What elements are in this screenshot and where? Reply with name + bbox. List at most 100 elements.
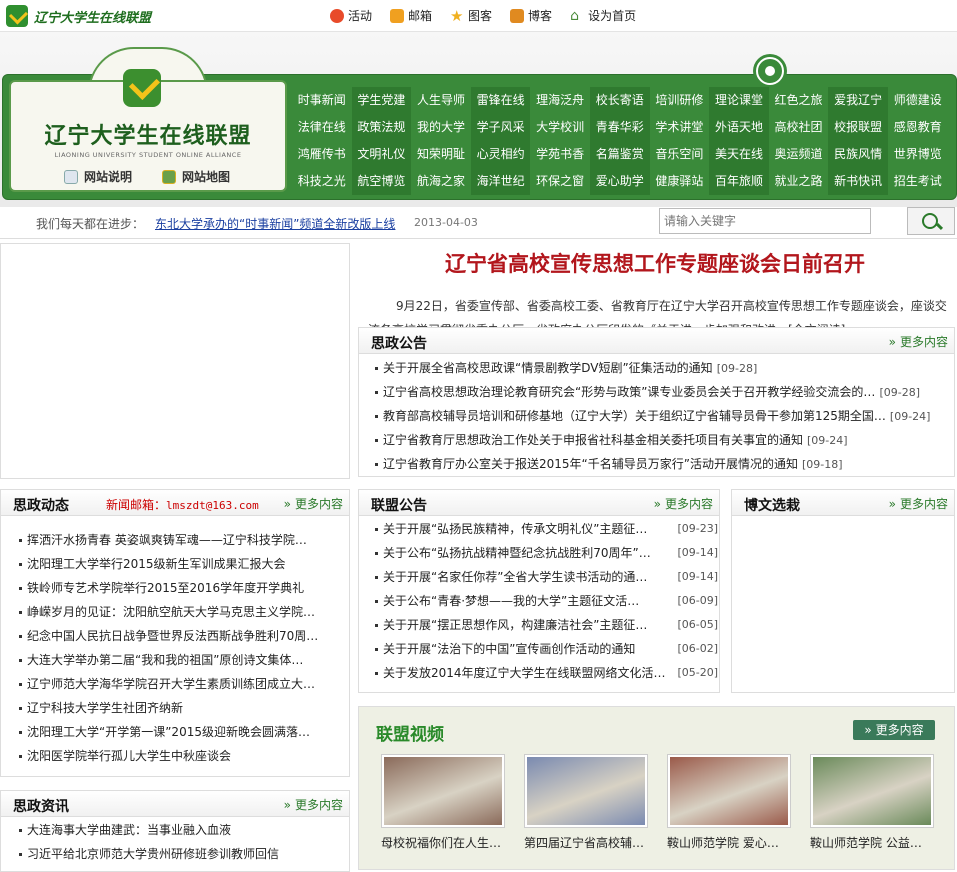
video-thumbnail[interactable] [667, 754, 791, 828]
video-thumbnail[interactable] [381, 754, 505, 828]
headline-title[interactable]: 辽宁省高校宣传思想工作专题座谈会日前召开 [360, 248, 950, 278]
channel-nav-item[interactable]: 新书快讯 [828, 168, 888, 195]
list-item[interactable]: 纪念中国人民抗日战争暨世界反法西斯战争胜利70周… [17, 624, 329, 648]
channel-nav-item[interactable]: 理海泛舟 [530, 87, 590, 114]
top-nav-mail[interactable]: 邮箱 [390, 7, 432, 24]
channel-nav-item[interactable]: 人生导师 [411, 87, 471, 114]
more-link[interactable]: 更多内容 [654, 495, 713, 512]
ticker-link[interactable]: 东北大学承办的“时事新闻”频道全新改版上线 [155, 215, 395, 232]
channel-nav-item[interactable]: 学术讲堂 [650, 114, 710, 141]
list-item[interactable]: 关于开展“弘扬民族精神，传承文明礼仪”主题征… [09-23] [373, 517, 718, 541]
channel-nav-item[interactable]: 爱我辽宁 [828, 87, 888, 114]
more-link[interactable]: 更多内容 [889, 333, 948, 350]
list-item[interactable]: 辽宁师范大学海华学院召开大学生素质训练团成立大… [17, 672, 329, 696]
channel-nav-item[interactable]: 校报联盟 [828, 114, 888, 141]
list-item[interactable]: 沈阳理工大学举行2015级新生军训成果汇报大会 [17, 552, 329, 576]
channel-nav-item[interactable]: 我的大学 [411, 114, 471, 141]
channel-nav-item[interactable]: 知荣明耻 [411, 141, 471, 168]
channel-nav-item[interactable]: 青春华彩 [589, 114, 650, 141]
channel-nav-item[interactable]: 音乐空间 [650, 141, 710, 168]
channel-nav-item[interactable]: 培训研修 [650, 87, 710, 114]
channel-nav-item[interactable]: 心灵相约 [470, 141, 531, 168]
video-caption[interactable]: 第四届辽宁省高校辅… [524, 834, 648, 851]
video-thumbnail[interactable] [810, 754, 934, 828]
channel-nav-item[interactable]: 理论课堂 [709, 87, 769, 114]
list-item[interactable]: 关于开展“名家任你荐”全省大学生读书活动的通… [09-14] [373, 565, 718, 589]
top-nav-set-home[interactable]: ⌂ 设为首页 [570, 7, 636, 24]
channel-nav-item[interactable]: 鸿雁传书 [292, 141, 352, 168]
channel-nav-item[interactable]: 文明礼仪 [351, 141, 412, 168]
channel-nav-item[interactable]: 感恩教育 [888, 114, 948, 141]
video-caption[interactable]: 鞍山师范学院 爱心… [667, 834, 791, 851]
top-nav-blog[interactable]: 博客 [510, 7, 552, 24]
map-icon [162, 169, 177, 184]
top-nav-tuke[interactable]: ★ 图客 [450, 7, 492, 24]
video-more-button[interactable]: » 更多内容 [853, 720, 935, 740]
channel-nav-item[interactable]: 红色之旅 [769, 87, 829, 114]
list-item[interactable]: 关于公布“弘扬抗战精神暨纪念抗战胜利70周年”… [09-14] [373, 541, 718, 565]
site-about-link[interactable]: 网站说明 [64, 168, 132, 185]
channel-nav-item[interactable]: 学苑书香 [530, 141, 590, 168]
video-caption[interactable]: 鞍山师范学院 公益… [810, 834, 934, 851]
list-item[interactable]: 习近平给北京师范大学贵州研修班参训教师回信 [17, 842, 337, 866]
list-item[interactable]: 关于发放2014年度辽宁大学生在线联盟网络文化活… [05-20] [373, 661, 718, 685]
sizheng-zixun-panel: 思政资讯 更多内容 大连海事大学曲建武：当事业融入血液习近平给北京师范大学贵州研… [0, 790, 350, 872]
channel-nav-item[interactable]: 健康驿站 [650, 168, 710, 195]
video-caption[interactable]: 母校祝福你们在人生… [381, 834, 505, 851]
search-button[interactable] [907, 207, 955, 235]
video-thumbnail[interactable] [524, 754, 648, 828]
channel-nav-item[interactable]: 校长寄语 [589, 87, 650, 114]
channel-nav-item[interactable]: 科技之光 [292, 168, 352, 195]
list-item[interactable]: 关于开展全省高校思政课“情景剧教学DV短剧”征集活动的通知 [09-28] [373, 356, 953, 380]
channel-nav-item[interactable]: 航海之家 [411, 168, 471, 195]
channel-nav-item[interactable]: 环保之窗 [530, 168, 590, 195]
channel-nav-item[interactable]: 大学校训 [530, 114, 590, 141]
channel-nav-item[interactable]: 招生考试 [888, 168, 948, 195]
channel-nav-item[interactable]: 就业之路 [769, 168, 829, 195]
top-nav-activity[interactable]: 活动 [330, 7, 372, 24]
list-item[interactable]: 大连海事大学曲建武：当事业融入血液 [17, 818, 337, 842]
channel-nav-item[interactable]: 名篇鉴赏 [589, 141, 650, 168]
list-item[interactable]: 关于公布“青春·梦想——我的大学”主题征文活… [06-09] [373, 589, 718, 613]
channel-nav-item[interactable]: 学生党建 [351, 87, 412, 114]
channel-nav-item[interactable]: 法律在线 [292, 114, 352, 141]
list-item[interactable]: 辽宁省教育厅办公室关于报送2015年“千名辅导员万家行”活动开展情况的通知 [09… [373, 452, 953, 476]
site-logo-icon[interactable] [123, 69, 161, 107]
channel-nav-item[interactable]: 雷锋在线 [470, 87, 531, 114]
channel-nav-item[interactable]: 时事新闻 [292, 87, 352, 114]
channel-nav-item[interactable]: 世界博览 [888, 141, 948, 168]
list-item[interactable]: 教育部高校辅导员培训和研修基地（辽宁大学）关于组织辽宁省辅导员骨干参加第125期… [373, 404, 953, 428]
channel-nav-item[interactable]: 美天在线 [709, 141, 769, 168]
list-item[interactable]: 沈阳医学院举行孤儿大学生中秋座谈会 [17, 744, 329, 768]
list-item[interactable]: 关于开展“摆正思想作风，构建廉洁社会”主题征… [06-05] [373, 613, 718, 637]
list-item[interactable]: 辽宁科技大学学生社团齐纳新 [17, 696, 329, 720]
list-item[interactable]: 铁岭师专艺术学院举行2015至2016学年度开学典礼 [17, 576, 329, 600]
channel-nav-item[interactable]: 外语天地 [709, 114, 769, 141]
channel-nav-item[interactable]: 学子风采 [470, 114, 531, 141]
list-item[interactable]: 峥嵘岁月的见证：沈阳航空航天大学马克思主义学院… [17, 600, 329, 624]
channel-nav-item[interactable]: 政策法规 [351, 114, 412, 141]
more-link[interactable]: 更多内容 [889, 495, 948, 512]
search-input[interactable] [659, 208, 871, 234]
list-item[interactable]: 沈阳理工大学“开学第一课”2015级迎新晚会圆满落… [17, 720, 329, 744]
channel-nav-item[interactable]: 百年旅顺 [709, 168, 769, 195]
channel-nav-item[interactable]: 民族风情 [828, 141, 888, 168]
list-item[interactable]: 辽宁省高校思想政治理论教育研究会“形势与政策”课专业委员会关于召开教学经验交流会… [373, 380, 953, 404]
channel-nav-item[interactable]: 爱心助学 [589, 168, 650, 195]
list-item[interactable]: 挥洒汗水扬青春 英姿飒爽铸军魂——辽宁科技学院… [17, 528, 329, 552]
channel-nav-item[interactable]: 奥运频道 [769, 141, 829, 168]
top-logo[interactable]: 辽宁大学生在线联盟 [6, 5, 151, 27]
list-item-text: 习近平给北京师范大学贵州研修班参训教师回信 [27, 847, 280, 861]
list-item[interactable]: 大连大学举办第二届“我和我的祖国”原创诗文集体… [17, 648, 329, 672]
more-link[interactable]: 更多内容 [284, 796, 343, 813]
list-item[interactable]: 关于开展“法治下的中国”宣传画创作活动的通知 [06-02] [373, 637, 718, 661]
site-name-english: LIAONING UNIVERSITY STUDENT ONLINE ALLIA… [54, 151, 242, 159]
channel-nav-item[interactable]: 师德建设 [888, 87, 948, 114]
channel-nav-item[interactable]: 海洋世纪 [470, 168, 531, 195]
channel-nav-item[interactable]: 航空博览 [351, 168, 412, 195]
more-link[interactable]: 更多内容 [284, 495, 343, 512]
channel-nav-item[interactable]: 高校社团 [769, 114, 829, 141]
list-item[interactable]: 辽宁省教育厅思想政治工作处关于申报省社科基金相关委托项目有关事宜的通知 [09-2… [373, 428, 953, 452]
site-map-link[interactable]: 网站地图 [162, 168, 230, 185]
list-item-date: [09-14] [677, 570, 718, 583]
